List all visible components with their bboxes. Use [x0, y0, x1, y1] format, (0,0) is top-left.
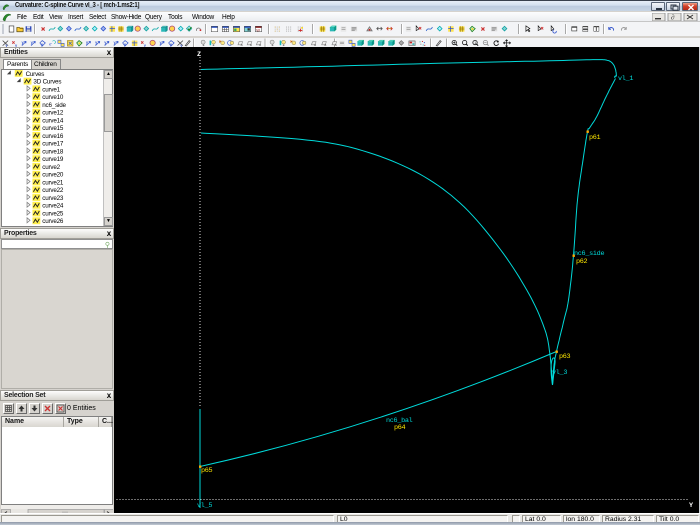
svg-text:curve14: curve14 [42, 117, 64, 124]
svg-text:curve18: curve18 [42, 148, 64, 155]
svg-text:p65: p65 [201, 467, 213, 475]
svg-text:curve24: curve24 [42, 203, 64, 210]
svg-text:curve17: curve17 [42, 141, 64, 148]
svg-text:Curves: Curves [26, 71, 45, 78]
svg-text:∂: ∂ [671, 14, 675, 22]
svg-text:curve23: curve23 [42, 195, 64, 202]
svg-text:curve2: curve2 [42, 164, 60, 171]
svg-text:curve25: curve25 [42, 210, 64, 217]
svg-text:Y: Y [689, 502, 694, 510]
svg-text:curve20: curve20 [42, 172, 64, 179]
svg-text:curve12: curve12 [42, 110, 64, 117]
svg-text:nc6_side: nc6_side [42, 102, 66, 109]
svg-text:W: W [256, 27, 260, 32]
svg-text:p61: p61 [589, 134, 601, 142]
svg-text:p62: p62 [576, 258, 588, 266]
svg-text:curve1: curve1 [42, 86, 60, 93]
svg-text:nc6_side: nc6_side [574, 250, 604, 258]
svg-text:curve16: curve16 [42, 133, 64, 140]
svg-text:vl_3: vl_3 [552, 369, 567, 377]
svg-text:vl_1: vl_1 [618, 75, 633, 83]
svg-text:3D Curves: 3D Curves [33, 79, 61, 86]
svg-text:curve15: curve15 [42, 125, 64, 132]
svg-text:curve19: curve19 [42, 156, 64, 163]
svg-text:curve26: curve26 [42, 218, 64, 225]
svg-text:p64: p64 [394, 424, 406, 432]
svg-text:curve22: curve22 [42, 187, 64, 194]
svg-text:curve10: curve10 [42, 94, 64, 101]
svg-text:vl_5: vl_5 [197, 502, 212, 510]
svg-text:p63: p63 [559, 353, 571, 361]
svg-text:curve21: curve21 [42, 179, 64, 186]
svg-text:1: 1 [474, 41, 476, 45]
